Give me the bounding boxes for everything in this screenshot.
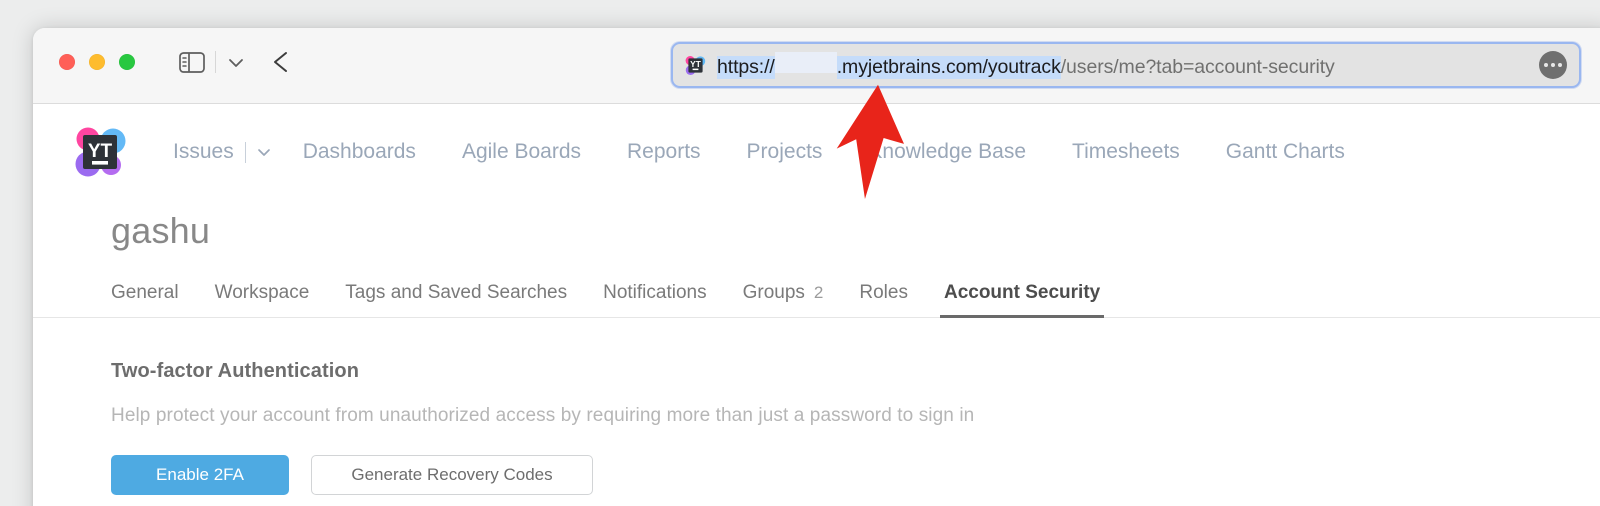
url-scheme: https:// — [717, 55, 775, 79]
back-button[interactable] — [270, 50, 294, 74]
address-bar[interactable]: YT https:// .myjetbrains.com/youtrack/use… — [671, 42, 1581, 88]
nav-item-dashboards[interactable]: Dashboards — [280, 140, 439, 164]
nav-divider — [244, 141, 246, 163]
maximize-window-button[interactable] — [119, 54, 135, 70]
nav-item-gantt-charts[interactable]: Gantt Charts — [1203, 140, 1368, 164]
tab-label: Groups — [742, 282, 805, 303]
nav-item-reports[interactable]: Reports — [604, 140, 724, 164]
nav-item-issues[interactable]: Issues — [161, 140, 245, 164]
dot — [1551, 63, 1555, 67]
nav-item-issues-group: Issues — [155, 140, 280, 164]
tab-groups-count: 2 — [813, 283, 824, 302]
section-description: Help protect your account from unauthori… — [111, 405, 975, 426]
youtrack-favicon-icon: YT — [685, 55, 706, 76]
nav-items: Issues Dashboards Agile Boards Reports P… — [155, 140, 1368, 164]
issues-chevron-down-icon[interactable] — [254, 142, 274, 162]
two-factor-authentication-section: Two-factor Authentication Help protect y… — [33, 318, 1600, 495]
tab-label: Roles — [859, 282, 908, 303]
browser-window: YT https:// .myjetbrains.com/youtrack/use… — [33, 28, 1600, 506]
nav-item-timesheets[interactable]: Timesheets — [1049, 140, 1203, 164]
tab-groups[interactable]: Groups 2 — [725, 282, 842, 317]
tab-account-security[interactable]: Account Security — [926, 282, 1118, 318]
youtrack-navbar: YT Issues Dashboards Agile Boards Report… — [33, 104, 1600, 184]
toolbar-divider — [215, 51, 216, 73]
tab-label: Tags and Saved Searches — [345, 282, 568, 303]
section-title: Two-factor Authentication — [111, 360, 360, 382]
profile-tabs: General Workspace Tags and Saved Searche… — [33, 252, 1600, 318]
tab-workspace[interactable]: Workspace — [197, 282, 328, 317]
youtrack-logo[interactable]: YT — [73, 125, 127, 179]
browser-toolbar: YT https:// .myjetbrains.com/youtrack/use… — [33, 28, 1600, 104]
nav-item-agile-boards[interactable]: Agile Boards — [439, 140, 604, 164]
tab-label: Account Security — [943, 282, 1101, 303]
smart-search-more-icon[interactable] — [1539, 51, 1567, 79]
nav-item-knowledge-base[interactable]: Knowledge Base — [845, 140, 1049, 164]
generate-recovery-codes-button[interactable]: Generate Recovery Codes — [311, 455, 593, 495]
page-content: YT Issues Dashboards Agile Boards Report… — [33, 104, 1600, 506]
tab-general[interactable]: General — [111, 282, 197, 317]
tab-label: General — [111, 282, 179, 303]
url-text: https:// .myjetbrains.com/youtrack/users/… — [717, 51, 1529, 79]
minimize-window-button[interactable] — [89, 54, 105, 70]
url-path: /users/me?tab=account-security — [1060, 55, 1335, 78]
url-redacted-subdomain — [774, 51, 837, 73]
tab-notifications[interactable]: Notifications — [585, 282, 725, 317]
tab-label: Workspace — [214, 282, 310, 303]
tab-label: Notifications — [603, 282, 707, 303]
chevron-down-icon[interactable] — [225, 54, 247, 72]
url-domain: .myjetbrains.com/youtrack — [836, 55, 1061, 79]
nav-item-projects[interactable]: Projects — [724, 140, 846, 164]
svg-text:YT: YT — [690, 59, 702, 69]
sidebar-toggle-icon[interactable] — [179, 52, 205, 73]
page-title: gashu — [111, 210, 211, 251]
section-buttons: Enable 2FA Generate Recovery Codes — [111, 427, 1600, 495]
dot — [1558, 63, 1562, 67]
close-window-button[interactable] — [59, 54, 75, 70]
window-controls — [59, 54, 135, 70]
tab-tags-and-saved-searches[interactable]: Tags and Saved Searches — [327, 282, 585, 317]
svg-text:YT: YT — [88, 141, 113, 162]
tab-roles[interactable]: Roles — [841, 282, 926, 317]
enable-2fa-button[interactable]: Enable 2FA — [111, 455, 289, 495]
dot — [1544, 63, 1548, 67]
